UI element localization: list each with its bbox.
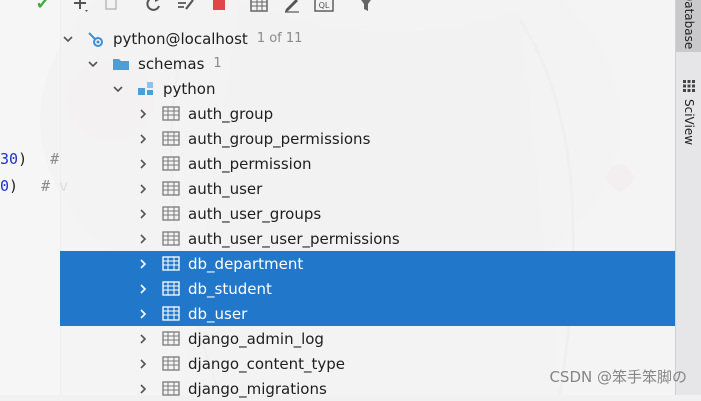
tree-node-label: auth_permission bbox=[188, 154, 312, 173]
table-node[interactable]: auth_group_permissions bbox=[60, 126, 675, 151]
stop-icon bbox=[213, 0, 225, 10]
tree-node-label: db_student bbox=[188, 279, 272, 298]
plus-icon bbox=[74, 0, 88, 12]
chevron-right-icon[interactable] bbox=[138, 308, 148, 319]
chevron-down-icon[interactable] bbox=[113, 84, 123, 94]
datasource-icon bbox=[87, 31, 105, 47]
tree-node-label: auth_user bbox=[188, 179, 263, 198]
table-icon bbox=[250, 0, 268, 12]
code-punct: ) bbox=[18, 150, 28, 168]
sciview-grid-icon bbox=[683, 79, 695, 92]
chevron-right-icon[interactable] bbox=[138, 183, 148, 194]
table-node[interactable]: django_admin_log bbox=[60, 326, 675, 351]
svg-text:QL: QL bbox=[319, 1, 330, 10]
refresh-icon bbox=[146, 0, 160, 11]
table-icon bbox=[162, 356, 180, 371]
code-comment: # bbox=[50, 150, 60, 168]
tree-node-label: auth_user_user_permissions bbox=[188, 229, 400, 248]
table-node[interactable]: auth_group bbox=[60, 101, 675, 126]
sciview-tool-tab[interactable]: SciView bbox=[676, 72, 701, 152]
table-icon bbox=[162, 181, 180, 196]
table-node[interactable]: db_student bbox=[60, 276, 675, 301]
query-console-button[interactable]: QL bbox=[311, 0, 337, 18]
chevron-right-icon[interactable] bbox=[138, 383, 148, 394]
tree-schema-node[interactable]: python bbox=[60, 76, 675, 101]
table-icon bbox=[162, 331, 180, 346]
chevron-down-icon[interactable] bbox=[63, 34, 73, 44]
code-number: 30 bbox=[0, 150, 19, 168]
table-node[interactable]: db_department bbox=[60, 251, 675, 276]
tree-node-label: db_department bbox=[188, 254, 304, 273]
watermark: CSDN @笨手笨脚の bbox=[549, 368, 687, 386]
tree-schemas-node[interactable]: schemas 1 bbox=[60, 51, 675, 76]
filter-button[interactable] bbox=[353, 0, 379, 18]
table-icon bbox=[162, 131, 180, 146]
chevron-down-icon[interactable] bbox=[88, 59, 98, 69]
table-node[interactable]: auth_permission bbox=[60, 151, 675, 176]
database-toolbar: QL bbox=[60, 0, 675, 20]
chevron-right-icon[interactable] bbox=[138, 233, 148, 244]
table-icon bbox=[162, 256, 180, 271]
table-icon bbox=[162, 206, 180, 221]
tree-node-label: django_admin_log bbox=[188, 329, 324, 348]
chevron-right-icon[interactable] bbox=[138, 258, 148, 269]
table-icon bbox=[162, 381, 180, 396]
tree-node-label: django_content_type bbox=[188, 354, 346, 373]
chevron-right-icon[interactable] bbox=[138, 333, 148, 344]
database-tool-tab[interactable]: Database bbox=[676, 0, 701, 52]
sync-schema-button[interactable] bbox=[173, 0, 199, 18]
schema-sync-icon bbox=[178, 0, 194, 10]
tree-node-label: db_user bbox=[188, 304, 248, 323]
filter-icon bbox=[361, 0, 371, 11]
tree-node-count: 1 of 11 bbox=[256, 31, 303, 46]
tree-datasource-node[interactable]: python@localhost 1 of 11 bbox=[60, 26, 675, 51]
chevron-right-icon[interactable] bbox=[138, 208, 148, 219]
copy-icon bbox=[105, 0, 117, 10]
table-icon bbox=[162, 106, 180, 121]
sciview-tab-label: SciView bbox=[682, 98, 696, 146]
add-button[interactable] bbox=[68, 0, 94, 18]
chevron-right-icon[interactable] bbox=[138, 133, 148, 144]
stop-button[interactable] bbox=[206, 0, 232, 18]
checkmark-icon: ✔ bbox=[36, 0, 50, 13]
database-panel: QL python@localhost 1 of 11 schemas 1 python… bbox=[60, 0, 675, 398]
table-node[interactable]: auth_user_user_permissions bbox=[60, 226, 675, 251]
tree-node-label: auth_user_groups bbox=[188, 204, 322, 223]
tree-node-label: auth_group bbox=[188, 104, 274, 123]
tree-node-label: auth_group_permissions bbox=[188, 129, 371, 148]
code-line: 30) # bbox=[0, 150, 59, 168]
table-icon bbox=[162, 281, 180, 296]
table-editor-button[interactable] bbox=[246, 0, 272, 18]
tree-node-label: python@localhost bbox=[113, 29, 248, 48]
right-tool-strip: Database SciView bbox=[675, 0, 701, 395]
tree-node-label: python bbox=[163, 79, 216, 98]
code-number: 0 bbox=[0, 177, 10, 195]
chevron-right-icon[interactable] bbox=[138, 108, 148, 119]
chevron-right-icon[interactable] bbox=[138, 283, 148, 294]
database-tab-label: Database bbox=[682, 0, 696, 50]
duplicate-button[interactable] bbox=[98, 0, 124, 18]
tree-node-count: 1 bbox=[213, 56, 222, 71]
pencil-icon bbox=[285, 0, 299, 13]
chevron-right-icon[interactable] bbox=[138, 358, 148, 369]
tree-node-label: schemas bbox=[138, 54, 205, 73]
table-icon bbox=[162, 306, 180, 321]
refresh-button[interactable] bbox=[140, 0, 166, 18]
table-node[interactable]: auth_user_groups bbox=[60, 201, 675, 226]
table-node[interactable]: auth_user bbox=[60, 176, 675, 201]
table-node[interactable]: db_user bbox=[60, 301, 675, 326]
ql-console-icon: QL bbox=[314, 0, 334, 12]
code-line: 0) # v bbox=[0, 177, 68, 195]
folder-icon bbox=[112, 57, 130, 71]
edit-button[interactable] bbox=[279, 0, 305, 18]
table-icon bbox=[162, 156, 180, 171]
chevron-right-icon[interactable] bbox=[138, 158, 148, 169]
code-editor[interactable]: ✔ 30) # 0) # v bbox=[0, 0, 68, 395]
code-punct: ) bbox=[9, 177, 19, 195]
schema-icon bbox=[137, 81, 155, 97]
table-icon bbox=[162, 231, 180, 246]
